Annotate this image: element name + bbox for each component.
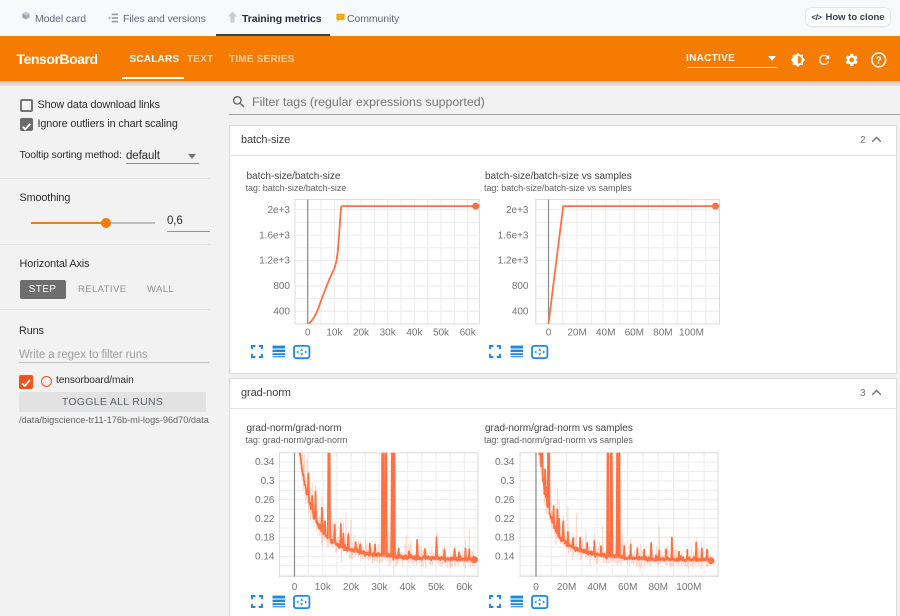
svg-text:?: ? <box>876 55 882 66</box>
